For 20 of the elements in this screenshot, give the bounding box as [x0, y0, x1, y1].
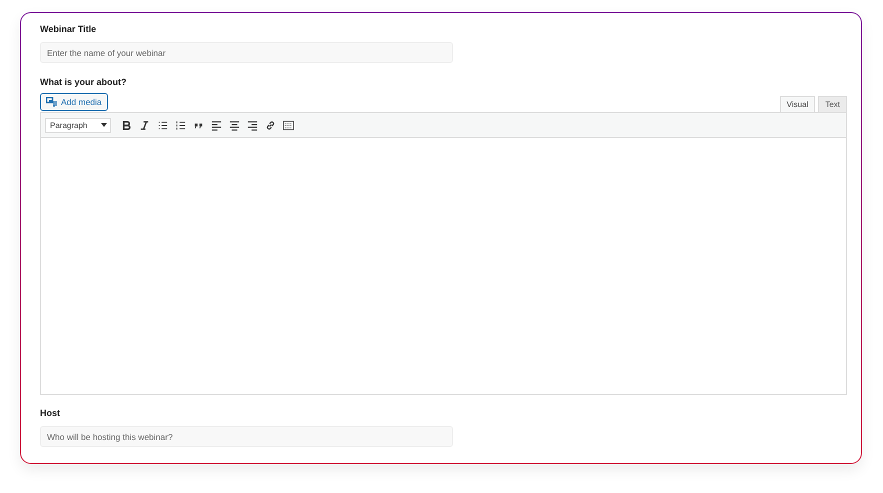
align-left-icon[interactable] [211, 120, 222, 130]
field-label: Webinar Title [40, 24, 98, 34]
editor-tab[interactable]: Text [818, 96, 847, 112]
numbered-list-icon[interactable] [175, 120, 186, 130]
editor-tab[interactable]: Visual [780, 96, 816, 112]
keyboard-icon[interactable] [283, 120, 294, 130]
align-right-icon[interactable] [247, 120, 258, 130]
align-center-icon[interactable] [229, 120, 240, 130]
add-media-button[interactable]: Add media [40, 93, 108, 111]
bold-icon[interactable] [121, 120, 132, 130]
caret-icon [101, 123, 107, 127]
field-label: What is your about? [40, 77, 128, 87]
bullet-list-icon[interactable] [157, 120, 168, 130]
link-icon[interactable] [265, 120, 276, 130]
input-field[interactable]: Enter the name of your webinar [40, 42, 453, 63]
field-label: Host [40, 408, 61, 418]
media-icon [46, 97, 57, 107]
format-dropdown[interactable]: Paragraph [45, 118, 111, 132]
italic-icon[interactable] [139, 120, 150, 130]
input-field[interactable]: Who will be hosting this webinar? [40, 426, 453, 447]
